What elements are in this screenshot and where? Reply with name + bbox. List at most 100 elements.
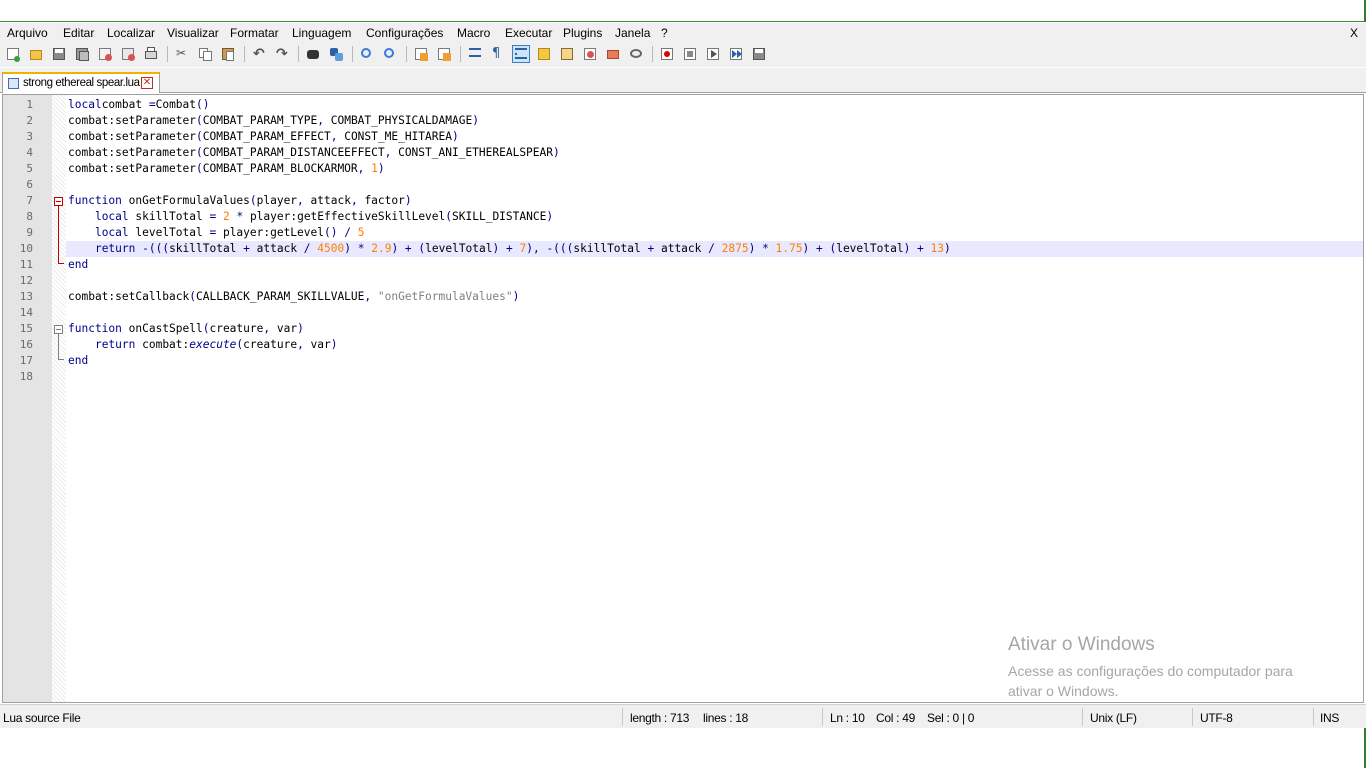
- run-macro-multiple-icon[interactable]: [727, 45, 745, 63]
- line-number: 17: [19, 354, 33, 367]
- paste-icon[interactable]: [219, 45, 237, 63]
- code-line[interactable]: 10 return -(((skillTotal + attack / 4500…: [20, 241, 1363, 257]
- line-number: 11: [19, 258, 33, 271]
- code-token: 2.9: [371, 242, 392, 255]
- status-encoding[interactable]: UTF-8: [1200, 711, 1233, 725]
- code-editor[interactable]: 1 localcombat =Combat() 2 combat:setParamet…: [2, 94, 1364, 703]
- fold-toggle-icon[interactable]: [54, 197, 63, 206]
- code-text: end: [68, 257, 88, 273]
- code-token: local: [94, 210, 129, 223]
- code-token: 2: [222, 210, 230, 223]
- menu-help[interactable]: ?: [661, 25, 668, 41]
- code-token: ): [297, 322, 304, 335]
- open-file-icon[interactable]: [27, 45, 45, 63]
- code-line[interactable]: 2 combat:setParameter(COMBAT_PARAM_TYPE, …: [3, 113, 1363, 129]
- redo-icon[interactable]: ↷: [273, 45, 291, 63]
- code-line[interactable]: 16 return combat:execute(creature, var): [3, 337, 1363, 353]
- tab-strong-ethereal-spear[interactable]: strong ethereal spear.lua ✕: [2, 72, 160, 93]
- monitor-icon[interactable]: [627, 45, 645, 63]
- menu-editar[interactable]: Editar: [63, 25, 94, 41]
- close-document-button[interactable]: X: [1350, 25, 1358, 41]
- code-text: combat:setParameter(COMBAT_PARAM_EFFECT,…: [68, 129, 459, 145]
- code-token: "onGetFormulaValues": [371, 290, 513, 303]
- cut-icon[interactable]: ✂: [173, 45, 191, 63]
- indent-guide-icon[interactable]: [512, 45, 530, 63]
- code-line[interactable]: 3 combat:setParameter(COMBAT_PARAM_EFFECT…: [3, 129, 1363, 145]
- menu-configuracoes[interactable]: Configurações: [366, 25, 443, 41]
- find-icon[interactable]: [304, 45, 322, 63]
- undo-icon[interactable]: ↶: [250, 45, 268, 63]
- code-line[interactable]: 6: [3, 177, 1363, 193]
- line-number: 14: [19, 306, 33, 319]
- code-line[interactable]: 13 combat:setCallback(CALLBACK_PARAM_SKIL…: [3, 289, 1363, 305]
- code-line[interactable]: 17 end: [3, 353, 1363, 369]
- zoom-in-icon[interactable]: [358, 45, 376, 63]
- save-icon[interactable]: [50, 45, 68, 63]
- close-icon[interactable]: [96, 45, 114, 63]
- sync-vertical-icon[interactable]: [412, 45, 430, 63]
- code-line[interactable]: 8 local skillTotal = 2 * player:getEffec…: [3, 209, 1363, 225]
- status-insert-mode[interactable]: INS: [1320, 711, 1339, 725]
- code-token: onCastSpell: [121, 322, 203, 335]
- new-file-icon[interactable]: [4, 45, 22, 63]
- sync-horizontal-icon[interactable]: [435, 45, 453, 63]
- menu-janela[interactable]: Janela: [615, 25, 650, 41]
- fold-toggle-icon[interactable]: [54, 325, 63, 334]
- stop-record-icon[interactable]: [681, 45, 699, 63]
- menu-localizar[interactable]: Localizar: [107, 25, 155, 41]
- code-line[interactable]: 7 function onGetFormulaValues(player, att…: [3, 193, 1363, 209]
- record-macro-icon[interactable]: [658, 45, 676, 63]
- show-all-chars-icon[interactable]: ¶: [489, 45, 507, 63]
- line-number: 18: [19, 370, 33, 383]
- code-token: CALLBACK_PARAM_SKILLVALUE: [196, 290, 365, 303]
- save-all-icon[interactable]: [73, 45, 91, 63]
- folder-icon[interactable]: [604, 45, 622, 63]
- menu-plugins[interactable]: Plugins: [563, 25, 602, 41]
- print-icon[interactable]: [142, 45, 160, 63]
- code-token: end: [68, 258, 89, 271]
- folder-workspace-icon[interactable]: [581, 45, 599, 63]
- zoom-out-icon[interactable]: [381, 45, 399, 63]
- status-eol[interactable]: Unix (LF): [1090, 711, 1137, 725]
- code-token: ): [512, 290, 520, 303]
- code-token: player: [256, 194, 298, 207]
- code-line[interactable]: 5 combat:setParameter(COMBAT_PARAM_BLOCKA…: [3, 161, 1363, 177]
- tab-close-icon[interactable]: ✕: [141, 77, 153, 89]
- toolbar-separator: [244, 46, 245, 62]
- code-line[interactable]: 14: [3, 305, 1363, 321]
- close-all-icon[interactable]: [119, 45, 137, 63]
- menu-macro[interactable]: Macro: [457, 25, 490, 41]
- menu-executar[interactable]: Executar: [505, 25, 552, 41]
- save-macro-icon[interactable]: [750, 45, 768, 63]
- code-line[interactable]: 9 local levelTotal = player:getLevel() /…: [3, 225, 1363, 241]
- function-list-icon[interactable]: [558, 45, 576, 63]
- line-number: 4: [26, 146, 33, 159]
- code-text: local skillTotal = 2 * player:getEffecti…: [68, 209, 553, 225]
- code-line[interactable]: 18: [3, 369, 1363, 385]
- replace-icon[interactable]: [327, 45, 345, 63]
- code-text: combat:setParameter(COMBAT_PARAM_BLOCKAR…: [68, 161, 385, 177]
- menu-linguagem[interactable]: Linguagem: [292, 25, 351, 41]
- code-token: factor: [357, 194, 405, 207]
- code-line[interactable]: 15 function onCastSpell(creature, var): [3, 321, 1363, 337]
- copy-icon[interactable]: [196, 45, 214, 63]
- saved-file-icon: [8, 78, 19, 89]
- code-token: ): [344, 242, 351, 255]
- code-token: (: [195, 130, 203, 143]
- code-line[interactable]: 12: [3, 273, 1363, 289]
- code-line[interactable]: 4 combat:setParameter(COMBAT_PARAM_DISTAN…: [3, 145, 1363, 161]
- code-token: (): [196, 98, 210, 111]
- fold-guide: [58, 334, 59, 359]
- doc-map-icon[interactable]: [535, 45, 553, 63]
- word-wrap-icon[interactable]: [466, 45, 484, 63]
- menu-visualizar[interactable]: Visualizar: [167, 25, 219, 41]
- menu-formatar[interactable]: Formatar: [230, 25, 279, 41]
- code-line[interactable]: 1 localcombat =Combat(): [3, 97, 1363, 113]
- code-token: 1: [371, 162, 378, 175]
- play-macro-icon[interactable]: [704, 45, 722, 63]
- menu-arquivo[interactable]: Arquivo: [7, 25, 48, 41]
- code-token: player:getLevel: [216, 226, 324, 239]
- code-line[interactable]: 11 end: [3, 257, 1363, 273]
